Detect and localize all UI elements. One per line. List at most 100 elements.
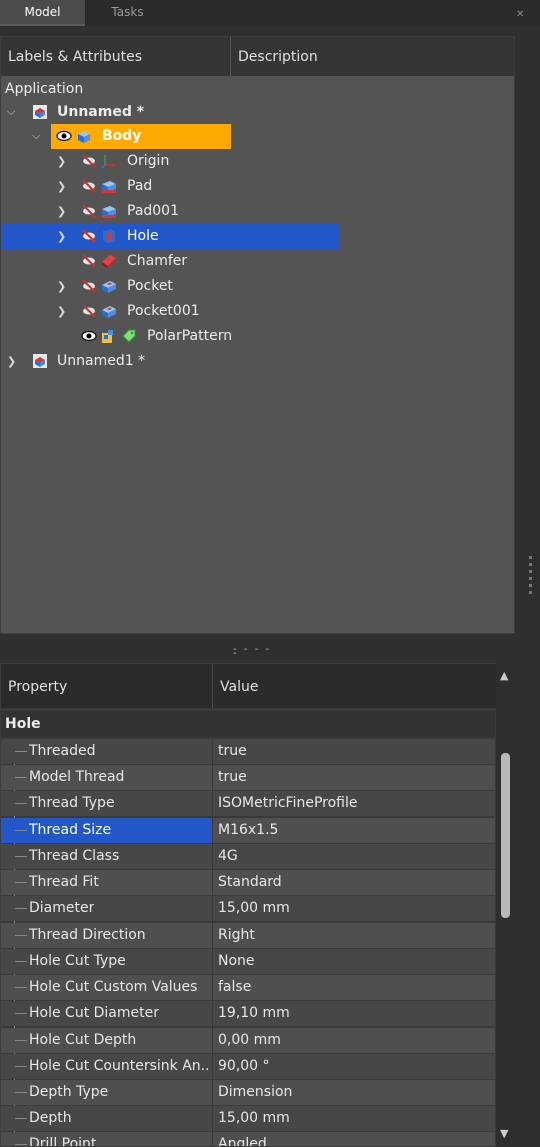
property-value-cell[interactable]: 15,00 mm <box>213 896 495 921</box>
property-row-depth[interactable]: Depth 15,00 mm <box>1 1106 495 1131</box>
hidden-eye-icon[interactable] <box>81 178 97 194</box>
tree-item-unnamed[interactable]: ⌵ Unnamed * <box>1 100 514 125</box>
property-row-model-thread[interactable]: Model Thread true <box>1 765 495 790</box>
property-name: Thread Size <box>29 822 112 838</box>
property-value: Dimension <box>218 1084 293 1100</box>
property-value-cell[interactable]: 15,00 mm <box>213 1106 495 1131</box>
tree-item-unnamed1[interactable]: ❯ Unnamed1 * <box>1 349 514 374</box>
property-row-threaded[interactable]: Threaded true <box>1 739 495 764</box>
document-icon <box>33 105 47 119</box>
chevron-down-icon[interactable]: ⌵ <box>7 105 15 119</box>
property-value: M16x1.5 <box>218 822 279 838</box>
tree-item-pocket001[interactable]: ❯ Pocket001 <box>1 299 514 324</box>
tree-branch-tick <box>15 856 27 857</box>
property-value-cell[interactable]: false <box>213 975 495 1000</box>
hidden-eye-icon[interactable] <box>81 303 97 319</box>
tree-branch-tick <box>15 803 27 804</box>
column-labels-attributes[interactable]: Labels & Attributes <box>1 37 231 76</box>
scroll-up-icon[interactable]: ▲ <box>500 669 508 682</box>
property-group-label: Hole <box>5 716 41 732</box>
property-value-cell[interactable]: 90,00 ° <box>213 1054 495 1079</box>
property-value-cell[interactable]: M16x1.5 <box>213 818 495 843</box>
eye-icon[interactable] <box>56 128 72 144</box>
tree-item-pocket[interactable]: ❯ Pocket <box>1 274 514 299</box>
pad-icon <box>102 181 116 193</box>
polar-pattern-icon <box>102 330 113 343</box>
property-name-cell: Hole Cut Countersink An... <box>1 1054 212 1079</box>
property-row-hole-cut-type[interactable]: Hole Cut Type None <box>1 949 495 974</box>
property-row-thread-fit[interactable]: Thread Fit Standard <box>1 870 495 895</box>
property-row-thread-type[interactable]: Thread Type ISOMetricFineProfile <box>1 791 495 816</box>
property-row-depth-type[interactable]: Depth Type Dimension <box>1 1080 495 1105</box>
chevron-right-icon[interactable]: ❯ <box>7 355 16 368</box>
property-row-drill-point[interactable]: Drill Point Angled <box>1 1132 495 1146</box>
property-name-cell: Thread Size <box>1 818 212 843</box>
hidden-eye-icon[interactable] <box>81 278 97 294</box>
column-value[interactable]: Value <box>213 664 497 708</box>
property-row-hole-cut-diameter[interactable]: Hole Cut Diameter 19,10 mm <box>1 1001 495 1026</box>
tree-item-hole[interactable]: ❯ Hole <box>1 224 514 249</box>
property-row-hole-cut-countersink-angle[interactable]: Hole Cut Countersink An... 90,00 ° <box>1 1054 495 1079</box>
property-name-cell: Threaded <box>1 739 212 764</box>
tree-item-body[interactable]: ⌵ Body <box>1 124 514 149</box>
chevron-right-icon[interactable]: ❯ <box>57 280 66 293</box>
chevron-right-icon[interactable]: ❯ <box>57 230 66 243</box>
scrollbar-thumb[interactable] <box>501 753 510 918</box>
tree-item-chamfer[interactable]: Chamfer <box>1 249 514 274</box>
property-row-hole-cut-depth[interactable]: Hole Cut Depth 0,00 mm <box>1 1028 495 1053</box>
property-row-thread-size[interactable]: Thread Size M16x1.5 <box>1 818 495 843</box>
tree-branch-tick <box>15 1118 27 1119</box>
panel-splitter[interactable]: - - - - - <box>233 645 281 659</box>
property-name-cell: Depth Type <box>1 1080 212 1105</box>
tree-item-label: PolarPattern <box>147 328 233 344</box>
column-property[interactable]: Property <box>1 664 213 708</box>
tree-branch-tick <box>15 751 27 752</box>
hidden-eye-icon[interactable] <box>81 253 97 269</box>
property-name: Diameter <box>29 900 95 916</box>
property-name-cell: Hole Cut Custom Values <box>1 975 212 1000</box>
property-row-diameter[interactable]: Diameter 15,00 mm <box>1 896 495 921</box>
hidden-eye-icon[interactable] <box>81 203 97 219</box>
tree-item-pad001[interactable]: ❯ Pad001 <box>1 199 514 224</box>
chevron-right-icon[interactable]: ❯ <box>57 180 66 193</box>
property-value-cell[interactable]: ISOMetricFineProfile <box>213 791 495 816</box>
eye-icon[interactable] <box>81 328 97 344</box>
tab-model[interactable]: Model <box>0 0 85 26</box>
property-value-cell[interactable]: Standard <box>213 870 495 895</box>
tab-tasks[interactable]: Tasks <box>85 0 170 24</box>
tree-branch-tick <box>15 777 27 778</box>
property-name: Threaded <box>29 743 96 759</box>
property-name-cell: Hole Cut Diameter <box>1 1001 212 1026</box>
property-row-hole-cut-custom-values[interactable]: Hole Cut Custom Values false <box>1 975 495 1000</box>
hidden-eye-icon[interactable] <box>81 228 97 244</box>
chevron-right-icon[interactable]: ❯ <box>57 155 66 168</box>
tree-root-label: Application <box>5 81 84 97</box>
property-header: Property Value <box>1 664 497 708</box>
property-value-cell[interactable]: true <box>213 739 495 764</box>
close-icon[interactable]: ✕ <box>516 9 524 20</box>
property-value-cell[interactable]: 4G <box>213 844 495 869</box>
tree-item-pad[interactable]: ❯ Pad <box>1 174 514 199</box>
property-row-thread-direction[interactable]: Thread Direction Right <box>1 923 495 948</box>
tree-branch-tick <box>15 1066 27 1067</box>
property-value-cell[interactable]: Angled <box>213 1132 495 1146</box>
tree-item-origin[interactable]: ❯ Origin <box>1 149 514 174</box>
property-value-cell[interactable]: true <box>213 765 495 790</box>
chevron-down-icon[interactable]: ⌵ <box>32 129 40 143</box>
chevron-right-icon[interactable]: ❯ <box>57 305 66 318</box>
property-value-cell[interactable]: 19,10 mm <box>213 1001 495 1026</box>
chevron-right-icon[interactable]: ❯ <box>57 205 66 218</box>
column-description[interactable]: Description <box>231 37 514 76</box>
property-value-cell[interactable]: Right <box>213 923 495 948</box>
property-row-thread-class[interactable]: Thread Class 4G <box>1 844 495 869</box>
hidden-eye-icon[interactable] <box>81 153 97 169</box>
property-scrollbar[interactable]: ▲ ▼ <box>496 663 515 1147</box>
property-value-cell[interactable]: None <box>213 949 495 974</box>
tree-item-polarpattern[interactable]: PolarPattern <box>1 324 514 349</box>
property-group-hole[interactable]: Hole <box>1 711 495 737</box>
scroll-down-icon[interactable]: ▼ <box>500 1127 508 1140</box>
tree-item-label: Pocket001 <box>127 303 200 319</box>
property-value-cell[interactable]: 0,00 mm <box>213 1028 495 1053</box>
property-value-cell[interactable]: Dimension <box>213 1080 495 1105</box>
resize-grip[interactable] <box>529 556 532 604</box>
